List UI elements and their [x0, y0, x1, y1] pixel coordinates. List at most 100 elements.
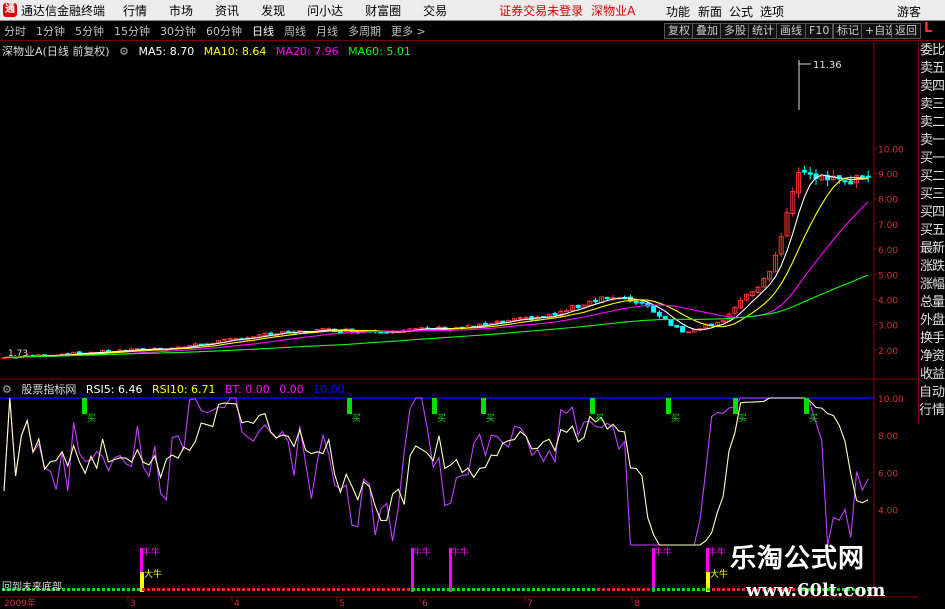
candle-body	[482, 322, 488, 326]
trend-dot	[277, 588, 280, 591]
candle-body	[633, 300, 639, 304]
trend-dot	[222, 588, 225, 591]
trend-dot	[257, 588, 260, 591]
trend-dot	[567, 588, 570, 591]
trend-dot	[272, 588, 275, 591]
trend-dot	[622, 588, 625, 591]
auto-panel-item[interactable]: 行情	[919, 402, 945, 420]
candle-body	[564, 310, 570, 313]
trend-dot	[547, 588, 550, 591]
side-panel-item[interactable]: 买五	[919, 222, 945, 240]
kline-chart[interactable]: 10.00 9.00 8.00 7.00 6.00 5.00 4.00 3.00 2.00 10.…	[0, 0, 918, 609]
trend-dot	[492, 588, 495, 591]
price-tick-label: 3.00	[878, 322, 898, 332]
ma20-line	[3, 201, 869, 359]
trend-dot	[517, 588, 520, 591]
trend-dot	[732, 588, 735, 591]
buy-signal-label: 买	[738, 413, 747, 424]
side-panel-item[interactable]: 换手	[919, 330, 945, 348]
trend-dot	[212, 588, 215, 591]
side-panel-item[interactable]: 最新	[919, 240, 945, 258]
side-panel-item[interactable]: 卖五	[919, 60, 945, 78]
candle-body	[604, 297, 610, 300]
trend-dot	[302, 588, 305, 591]
auto-quote-panel: 自动 行情	[918, 384, 945, 424]
trend-dot	[417, 588, 420, 591]
trend-dot	[542, 588, 545, 591]
side-panel-item[interactable]: 买三	[919, 186, 945, 204]
side-panel-item[interactable]: 委比	[919, 42, 945, 60]
buy-signal-label: 买	[352, 413, 361, 424]
side-panel-item[interactable]: 外盘	[919, 312, 945, 330]
buy-signal-label: 买	[671, 413, 680, 424]
price-tick-label: 6.00	[878, 246, 898, 256]
trend-dot	[287, 588, 290, 591]
side-panel-item[interactable]: 涨跌	[919, 258, 945, 276]
trend-dot	[612, 588, 615, 591]
trend-dot	[402, 588, 405, 591]
rsi-tick-label: 8.00	[878, 432, 898, 442]
trend-dot	[587, 588, 590, 591]
buy-signal-bar	[733, 398, 738, 414]
trend-dot	[117, 588, 120, 591]
trend-dot	[427, 588, 430, 591]
candle-body	[76, 351, 82, 354]
trend-dot	[362, 588, 365, 591]
candle-body	[285, 330, 291, 333]
side-panel-item[interactable]: 买四	[919, 204, 945, 222]
trend-dot	[712, 588, 715, 591]
side-panel-item[interactable]: 涨幅	[919, 276, 945, 294]
candle-body	[639, 301, 645, 304]
trend-dot	[707, 588, 710, 591]
trend-dot	[552, 588, 555, 591]
trend-dot	[62, 588, 65, 591]
side-panel-item[interactable]: 净资	[919, 348, 945, 366]
trend-dot	[367, 588, 370, 591]
candle-body	[517, 317, 523, 320]
trend-dot	[297, 588, 300, 591]
side-panel-item[interactable]: 总量	[919, 294, 945, 312]
watermark-title: 乐淘公式网	[730, 544, 866, 574]
trend-dot	[572, 588, 575, 591]
price-tick-label: 4.00	[878, 296, 898, 306]
trend-dot	[737, 588, 740, 591]
trend-dot	[262, 588, 265, 591]
side-panel-item[interactable]: 收益	[919, 366, 945, 384]
buy-signal-bar	[481, 398, 486, 414]
trend-dot	[647, 588, 650, 591]
auto-panel-item[interactable]: 自动	[919, 384, 945, 402]
price-tick-label: 7.00	[878, 221, 898, 231]
high-price-label: 11.36	[813, 60, 842, 71]
trend-dot	[177, 588, 180, 591]
x-axis-label: 5	[339, 599, 345, 609]
trend-dot	[727, 588, 730, 591]
trend-dot	[217, 588, 220, 591]
buy-signal-bar	[804, 398, 809, 414]
candle-body	[801, 169, 807, 173]
trend-dot	[167, 588, 170, 591]
buy-signal-bar	[432, 398, 437, 414]
trend-dot	[512, 588, 515, 591]
candle-body	[848, 180, 854, 185]
x-axis-label: 7	[527, 599, 533, 609]
strong-signal-label: 牛牛	[451, 546, 469, 558]
trend-dot	[627, 588, 630, 591]
trend-dot	[472, 588, 475, 591]
candle-body	[651, 305, 657, 313]
trend-dot	[242, 588, 245, 591]
side-panel-item[interactable]: 卖四	[919, 78, 945, 96]
side-panel-item[interactable]: 买二	[919, 168, 945, 186]
trend-dot	[412, 588, 415, 591]
side-panel-item[interactable]: 卖二	[919, 114, 945, 132]
trend-dot	[462, 588, 465, 591]
candle-body	[337, 331, 343, 334]
side-panel-item[interactable]: 买一	[919, 150, 945, 168]
trend-dot	[702, 588, 705, 591]
trend-dot	[652, 588, 655, 591]
side-panel-item[interactable]: 卖三	[919, 96, 945, 114]
trend-dot	[607, 588, 610, 591]
side-panel-item[interactable]: 卖一	[919, 132, 945, 150]
price-tick-label: 2.00	[878, 347, 898, 357]
trend-dot	[92, 588, 95, 591]
trend-dot	[502, 588, 505, 591]
